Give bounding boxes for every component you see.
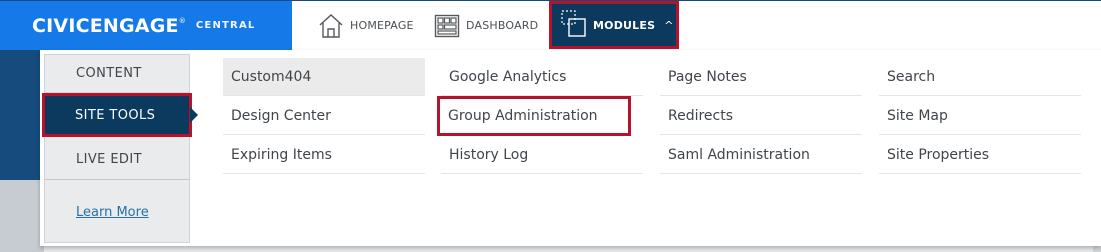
module-link-site-properties[interactable]: Site Properties (879, 136, 1081, 174)
module-link-site-map[interactable]: Site Map (879, 97, 1081, 135)
module-link-history-log[interactable]: History Log (441, 136, 643, 174)
nav-modules-label: MODULES (593, 18, 656, 32)
nav-homepage[interactable]: HOMEPAGE (318, 1, 414, 50)
module-link-redirects[interactable]: Redirects (660, 97, 862, 135)
module-link-expiring-items[interactable]: Expiring Items (223, 136, 425, 174)
module-link-page-notes[interactable]: Page Notes (660, 58, 862, 96)
module-link-group-administration[interactable]: Group Administration (437, 96, 631, 136)
dashboard-icon (434, 14, 460, 38)
modules-icon (561, 9, 587, 41)
sidebar-item-live-edit[interactable]: LIVE EDIT (45, 139, 189, 180)
modules-sidebar: CONTENT LIVE EDIT Learn More (44, 54, 190, 243)
learn-more-link[interactable]: Learn More (76, 205, 149, 220)
brand-subtitle: CENTRAL (195, 20, 256, 31)
nav-dashboard-label: DASHBOARD (466, 19, 539, 32)
brand-logo[interactable]: CIVICENGAGE® CENTRAL (0, 1, 292, 50)
module-link-custom404[interactable]: Custom404 (223, 58, 425, 96)
background-left-panel (0, 50, 44, 180)
module-link-saml-administration[interactable]: Saml Administration (660, 136, 862, 174)
sidebar-item-content[interactable]: CONTENT (45, 55, 189, 93)
nav-dashboard[interactable]: DASHBOARD (434, 1, 538, 50)
module-link-design-center[interactable]: Design Center (223, 97, 425, 135)
sidebar-item-site-tools[interactable]: SITE TOOLS (42, 93, 192, 137)
active-pointer-arrow (190, 107, 198, 123)
brand-name: CIVICENGAGE® (32, 14, 186, 37)
home-icon (318, 13, 344, 39)
top-nav-bar: CIVICENGAGE® CENTRAL HOMEPAGE DASHBOARD … (0, 0, 1101, 50)
nav-modules[interactable]: MODULES ^ (549, 1, 679, 49)
module-link-search[interactable]: Search (879, 58, 1081, 96)
nav-homepage-label: HOMEPAGE (350, 19, 414, 32)
background-left-lower (0, 180, 44, 252)
modules-dropdown-panel: CONTENT LIVE EDIT Learn More SITE TOOLS … (40, 50, 1101, 246)
chevron-up-icon: ^ (664, 18, 674, 32)
module-link-google-analytics[interactable]: Google Analytics (441, 58, 643, 96)
